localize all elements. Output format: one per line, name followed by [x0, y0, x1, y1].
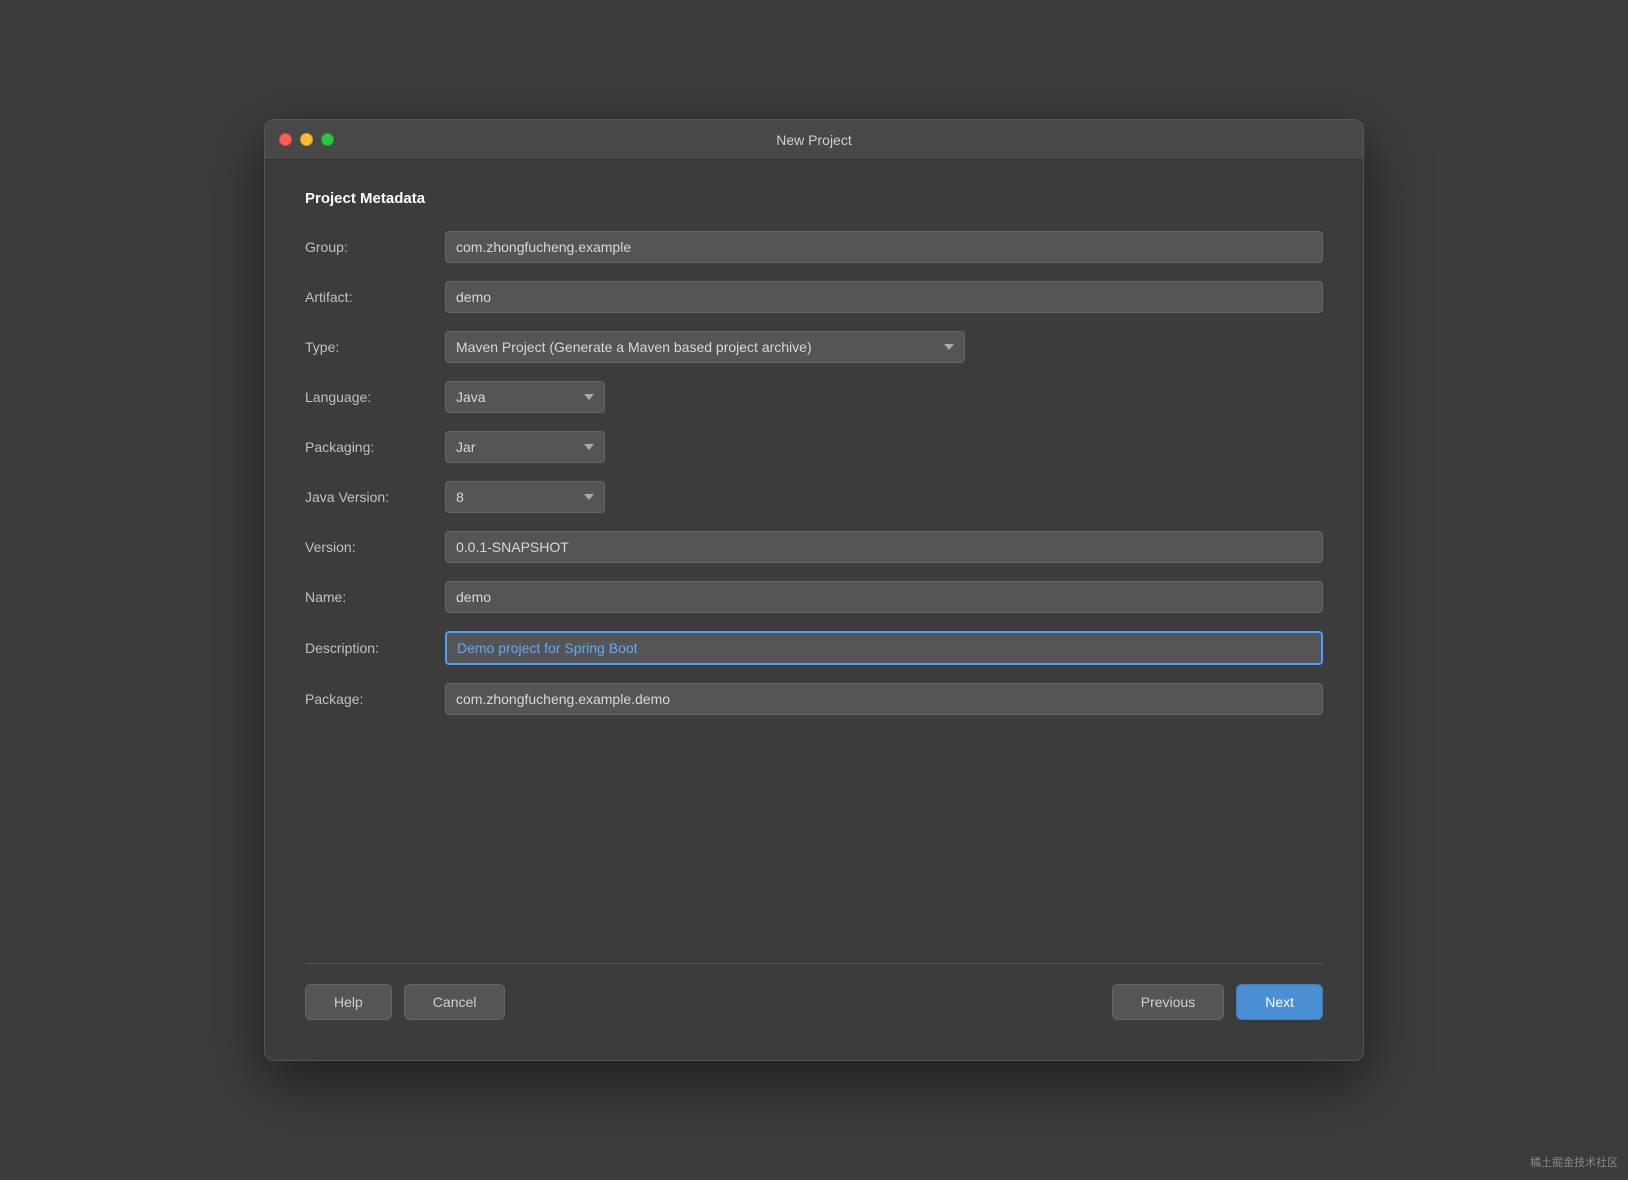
language-row: Language: Java Kotlin Groovy — [305, 381, 1323, 413]
artifact-input[interactable] — [445, 281, 1323, 313]
language-label: Language: — [305, 389, 445, 405]
form-area: Project Metadata Group: Artifact: Type: … — [305, 190, 1323, 963]
version-row: Version: — [305, 531, 1323, 563]
close-button[interactable] — [279, 133, 292, 146]
minimize-button[interactable] — [300, 133, 313, 146]
cancel-button[interactable]: Cancel — [404, 984, 506, 1020]
version-input[interactable] — [445, 531, 1323, 563]
dialog-footer: Help Cancel Previous Next — [305, 963, 1323, 1030]
type-select[interactable]: Maven Project (Generate a Maven based pr… — [445, 331, 965, 363]
language-select[interactable]: Java Kotlin Groovy — [445, 381, 605, 413]
artifact-row: Artifact: — [305, 281, 1323, 313]
type-row: Type: Maven Project (Generate a Maven ba… — [305, 331, 1323, 363]
group-input[interactable] — [445, 231, 1323, 263]
description-row: Description: — [305, 631, 1323, 665]
traffic-lights — [279, 133, 334, 146]
java-version-label: Java Version: — [305, 489, 445, 505]
package-row: Package: — [305, 683, 1323, 715]
group-row: Group: — [305, 231, 1323, 263]
description-label: Description: — [305, 640, 445, 656]
packaging-select[interactable]: Jar War — [445, 431, 605, 463]
description-input[interactable] — [445, 631, 1323, 665]
name-row: Name: — [305, 581, 1323, 613]
footer-right: Previous Next — [1112, 984, 1323, 1020]
new-project-dialog: New Project Project Metadata Group: Arti… — [264, 119, 1364, 1061]
help-button[interactable]: Help — [305, 984, 392, 1020]
java-version-select[interactable]: 8 11 17 21 — [445, 481, 605, 513]
previous-button[interactable]: Previous — [1112, 984, 1224, 1020]
dialog-content: Project Metadata Group: Artifact: Type: … — [265, 160, 1363, 1060]
section-title: Project Metadata — [305, 190, 1323, 207]
footer-left: Help Cancel — [305, 984, 505, 1020]
package-label: Package: — [305, 691, 445, 707]
version-label: Version: — [305, 539, 445, 555]
window-title: New Project — [776, 132, 851, 148]
artifact-label: Artifact: — [305, 289, 445, 305]
java-version-row: Java Version: 8 11 17 21 — [305, 481, 1323, 513]
packaging-label: Packaging: — [305, 439, 445, 455]
next-button[interactable]: Next — [1236, 984, 1323, 1020]
type-label: Type: — [305, 339, 445, 355]
package-input[interactable] — [445, 683, 1323, 715]
name-input[interactable] — [445, 581, 1323, 613]
group-label: Group: — [305, 239, 445, 255]
maximize-button[interactable] — [321, 133, 334, 146]
titlebar: New Project — [265, 120, 1363, 160]
packaging-row: Packaging: Jar War — [305, 431, 1323, 463]
name-label: Name: — [305, 589, 445, 605]
watermark: 橘土掘金技术社区 — [1530, 1154, 1618, 1170]
